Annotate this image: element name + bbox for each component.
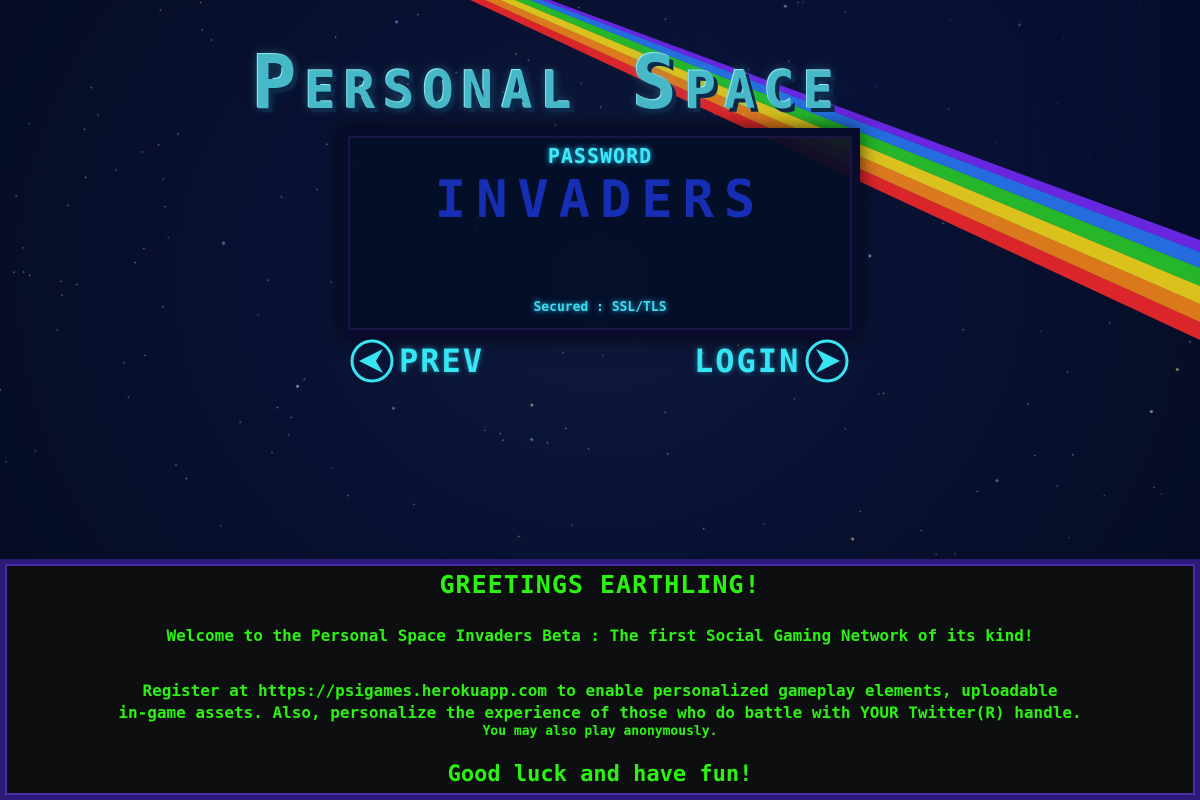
prev-label: PREV [399,342,485,380]
game-title: Personal Space [252,40,843,126]
anonymous-note: You may also play anonymously. [482,724,718,739]
left-arrow-circle-icon [349,338,395,384]
login-button[interactable]: LOGIN [694,338,850,384]
prev-button[interactable]: PREV [349,338,484,384]
greeting-heading: GREETINGS EARTHLING! [439,570,761,599]
game-screen: 0010101000110110111000111001011101000000… [0,0,1200,800]
password-input[interactable] [378,174,822,226]
register-line-1: Register at https://psigames.herokuapp.c… [142,681,1058,700]
closing-text: Good luck and have fun! [447,762,753,787]
message-panel: GREETINGS EARTHLING! Welcome to the Pers… [0,559,1200,800]
login-label: LOGIN [694,342,801,380]
right-arrow-circle-icon [804,338,850,384]
security-note: Secured : SSL/TLS [533,300,667,315]
password-label: PASSWORD [547,144,653,168]
register-text: Register at https://psigames.herokuapp.c… [35,680,1165,724]
welcome-text: Welcome to the Personal Space Invaders B… [166,626,1034,645]
register-line-2: in-game assets. Also, personalize the ex… [118,703,1082,722]
login-panel: PASSWORD Secured : SSL/TLS [340,128,860,338]
